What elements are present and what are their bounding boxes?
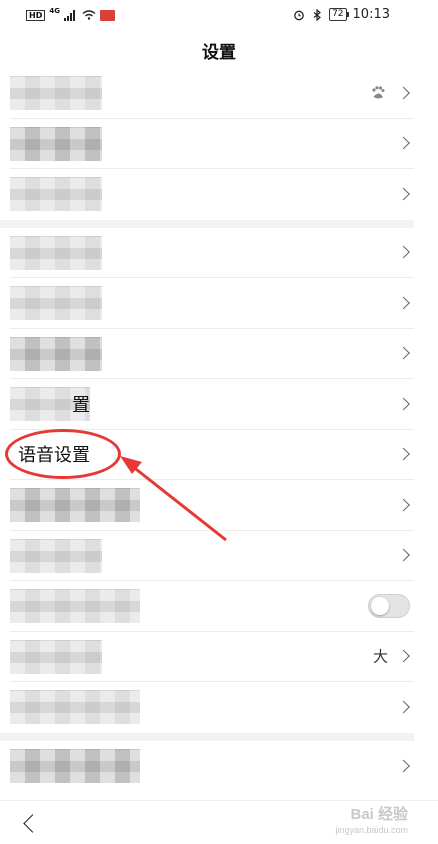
settings-row-item4[interactable]: [10, 228, 414, 278]
baidu-paw-icon: [372, 85, 385, 99]
network-type-label: 4G: [49, 7, 60, 15]
watermark-logo: Bai 经验: [350, 806, 408, 823]
chevron-right-icon: [397, 548, 410, 562]
blurred-label: [10, 235, 102, 270]
clock-time: 10:13: [352, 7, 390, 22]
battery-icon: 72: [329, 8, 350, 21]
chevron-right-icon: [397, 296, 410, 310]
settings-row-item2[interactable]: [10, 119, 414, 169]
watermark-url: jingyan.baidu.com: [335, 825, 408, 835]
toggle-knob: [371, 596, 389, 615]
blurred-label: [10, 639, 102, 674]
signal-icon: [63, 9, 78, 21]
page-title: 设置: [202, 43, 236, 63]
chevron-right-icon: [397, 759, 410, 773]
blurred-label: [10, 286, 102, 320]
navigation-bar: 设置: [0, 32, 438, 68]
voice-settings-label: 语音设置: [18, 445, 90, 467]
settings-row-item14[interactable]: [10, 741, 414, 792]
chevron-right-icon: [397, 187, 410, 201]
hd-network-label: HD: [26, 9, 46, 21]
wifi-icon: [82, 10, 96, 20]
settings-row-item11[interactable]: [10, 581, 414, 632]
blurred-label: [10, 538, 102, 573]
settings-row-voice[interactable]: 语音设置: [10, 430, 414, 480]
chevron-right-icon: [397, 700, 410, 714]
settings-row-account[interactable]: [10, 68, 414, 119]
bottom-bar: Bai 经验 jingyan.baidu.com: [0, 800, 438, 844]
notification-app-icon: [99, 9, 115, 21]
settings-row-item5[interactable]: [10, 278, 414, 329]
settings-row-item9[interactable]: [10, 480, 414, 531]
status-bar: HD 4G 72 10:13: [0, 0, 438, 32]
settings-row-item7[interactable]: 置: [10, 379, 414, 430]
settings-row-item10[interactable]: [10, 531, 414, 581]
blurred-label: [10, 589, 140, 623]
chevron-right-icon: [397, 649, 410, 663]
blurred-label: [10, 177, 102, 211]
status-right: 72 10:13: [293, 7, 390, 22]
chevron-right-icon: [397, 447, 410, 461]
chevron-right-icon: [397, 397, 410, 411]
blurred-label: [10, 748, 140, 783]
chevron-right-icon: [397, 346, 410, 360]
settings-row-item6[interactable]: [10, 329, 414, 379]
group-divider: [0, 219, 414, 228]
back-arrow-icon[interactable]: [20, 813, 42, 835]
font-size-value: 大: [372, 647, 388, 666]
blurred-label: [10, 336, 102, 371]
settings-list: 置 语音设置 大: [0, 68, 414, 791]
bluetooth-icon: [313, 8, 322, 21]
settings-row-item13[interactable]: [10, 682, 414, 733]
settings-row-label: 置: [72, 394, 90, 416]
blurred-label: [10, 76, 102, 110]
blurred-label: [10, 690, 140, 724]
chevron-right-icon: [397, 245, 410, 259]
group-divider: [0, 732, 414, 741]
chevron-right-icon: [397, 498, 410, 512]
settings-row-item3[interactable]: [10, 169, 414, 220]
settings-row-font[interactable]: 大: [10, 632, 414, 682]
toggle-switch[interactable]: [368, 593, 410, 618]
alarm-icon: [294, 10, 304, 20]
chevron-right-icon: [397, 136, 410, 150]
chevron-right-icon: [397, 86, 410, 100]
blurred-label: [10, 488, 140, 522]
blurred-label: [10, 126, 102, 161]
status-left: HD 4G: [26, 7, 115, 21]
